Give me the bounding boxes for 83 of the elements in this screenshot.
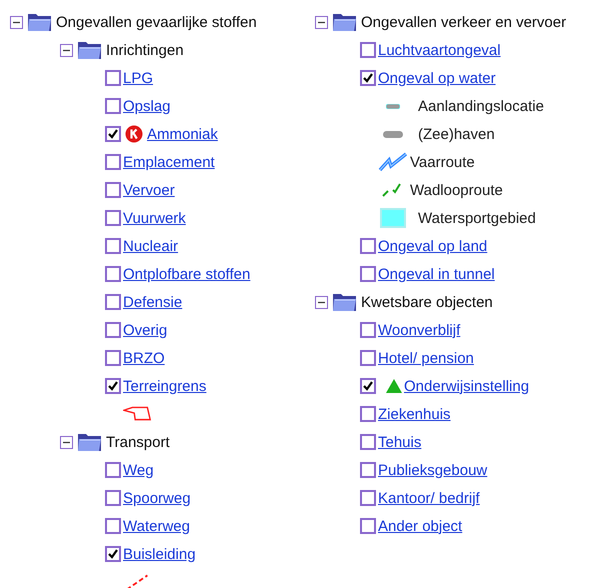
layer-link[interactable]: Ongeval in tunnel [378, 266, 495, 282]
layer-link[interactable]: Defensie [123, 294, 182, 310]
checkbox[interactable] [360, 518, 376, 534]
collapse-icon[interactable] [60, 436, 73, 448]
checkbox[interactable] [360, 70, 376, 86]
layer-link[interactable]: Tehuis [378, 434, 422, 450]
k-badge-icon [125, 125, 143, 143]
layer-link[interactable]: Kantoor/ bedrijf [378, 490, 480, 506]
layer-link[interactable]: Publieksgebouw [378, 462, 488, 478]
checkbox[interactable] [360, 434, 376, 450]
checkbox[interactable] [360, 490, 376, 506]
layer-link[interactable]: Luchtvaartongeval [378, 42, 501, 58]
checkbox[interactable] [105, 126, 121, 142]
legend-label: Wadlooproute [410, 182, 503, 198]
checkbox[interactable] [105, 546, 121, 562]
layer-link[interactable]: Spoorweg [123, 490, 191, 506]
pill-icon [383, 130, 403, 138]
folder-icon [332, 291, 358, 313]
layer-link[interactable]: LPG [123, 70, 154, 86]
layer-link[interactable]: Nucleair [123, 238, 178, 254]
legend-label: (Zee)haven [418, 126, 495, 142]
checkbox[interactable] [360, 350, 376, 366]
layer-link[interactable]: Vuurwerk [123, 210, 186, 226]
layer-link[interactable]: Weg [123, 462, 154, 478]
layer-link[interactable]: Ongeval op land [378, 238, 488, 254]
group-label[interactable]: Transport [106, 434, 170, 450]
group-label[interactable]: Ongevallen gevaarlijke stoffen [56, 14, 257, 30]
checkbox[interactable] [105, 70, 121, 86]
checkbox[interactable] [105, 490, 121, 506]
group-label[interactable]: Ongevallen verkeer en vervoer [361, 14, 566, 30]
checkbox[interactable] [105, 350, 121, 366]
layer-link[interactable]: BRZO [123, 350, 165, 366]
layer-link[interactable]: Onderwijsinstelling [404, 378, 530, 394]
layer-link[interactable]: Waterweg [123, 518, 190, 534]
legend-label: Vaarroute [410, 154, 475, 170]
checkbox[interactable] [360, 462, 376, 478]
collapse-icon[interactable] [315, 16, 328, 28]
layer-link[interactable]: Emplacement [123, 154, 215, 170]
layer-link[interactable]: Vervoer [123, 182, 175, 198]
layer-link[interactable]: Ziekenhuis [378, 406, 451, 422]
checkbox[interactable] [105, 378, 121, 394]
checkbox[interactable] [360, 42, 376, 58]
checkbox[interactable] [105, 266, 121, 282]
layer-link[interactable]: Terreingrens [123, 378, 206, 394]
collapse-icon[interactable] [10, 16, 23, 28]
layer-link[interactable]: Ongeval op water [378, 70, 496, 86]
folder-icon [332, 11, 358, 33]
area-swatch-icon [380, 208, 406, 228]
folder-icon [77, 431, 103, 453]
checkbox[interactable] [360, 266, 376, 282]
collapse-icon[interactable] [60, 44, 73, 56]
checkbox[interactable] [105, 154, 121, 170]
checkbox[interactable] [105, 238, 121, 254]
checkbox[interactable] [105, 210, 121, 226]
layer-link[interactable]: Buisleiding [123, 546, 196, 562]
group-label[interactable]: Kwetsbare objecten [361, 294, 493, 310]
layer-link[interactable]: Hotel/ pension [378, 350, 474, 366]
checkbox[interactable] [105, 182, 121, 198]
checkbox[interactable] [105, 322, 121, 338]
layer-link[interactable]: Opslag [123, 98, 171, 114]
layer-link[interactable]: Ammoniak [147, 126, 218, 142]
legend-label: Aanlandingslocatie [418, 98, 544, 114]
zigzag-line-icon [378, 152, 408, 172]
checkbox[interactable] [105, 462, 121, 478]
group-label[interactable]: Inrichtingen [106, 42, 184, 58]
pill-icon [386, 104, 400, 108]
polygon-outline-icon [123, 406, 153, 422]
checkbox[interactable] [360, 322, 376, 338]
legend-label: Watersportgebied [418, 210, 536, 226]
folder-icon [77, 39, 103, 61]
checkbox[interactable] [360, 406, 376, 422]
layer-link[interactable]: Ontplofbare stoffen [123, 266, 250, 282]
layer-link[interactable]: Woonverblijf [378, 322, 460, 338]
checkbox[interactable] [360, 238, 376, 254]
checkbox[interactable] [105, 294, 121, 310]
layer-link[interactable]: Ander object [378, 518, 462, 534]
folder-icon [27, 11, 53, 33]
collapse-icon[interactable] [315, 296, 328, 308]
layer-link[interactable]: Overig [123, 322, 168, 338]
triangle-icon [386, 379, 402, 393]
checkbox[interactable] [105, 518, 121, 534]
checkbox[interactable] [105, 98, 121, 114]
checkbox[interactable] [360, 378, 376, 394]
